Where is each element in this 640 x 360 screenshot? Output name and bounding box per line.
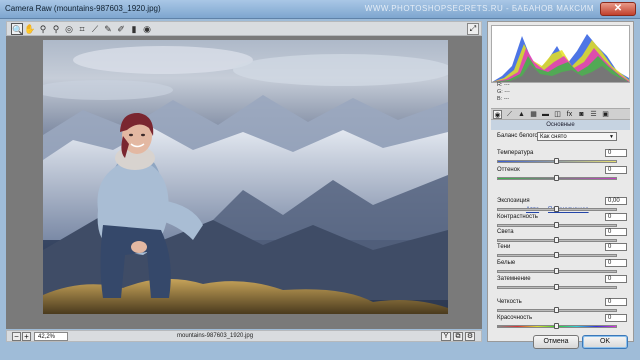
preview-photo	[43, 40, 448, 314]
zoom-level-select[interactable]: 42,2%	[34, 332, 68, 341]
slider-label: Белые	[497, 260, 516, 266]
spot-removal-tool-icon[interactable]: ✎	[102, 23, 114, 35]
slider-label: Температура	[497, 150, 534, 156]
slider-row: Затемнение 0	[497, 275, 627, 291]
preview-canvas[interactable]	[6, 36, 482, 329]
photo-illustration	[43, 46, 448, 314]
slider-value-field[interactable]: 0	[605, 314, 627, 322]
tab-lens[interactable]: ◫	[553, 110, 562, 119]
slider-label: Контрастность	[497, 214, 538, 220]
g-readout: G: ---	[497, 89, 510, 95]
white-balance-tool-icon[interactable]: ⚲	[37, 23, 49, 35]
histogram	[491, 25, 630, 83]
filter-icon[interactable]: Y	[441, 332, 451, 341]
adjustment-brush-icon[interactable]: ✐	[115, 23, 127, 35]
zoom-tool-icon[interactable]: 🔍	[11, 23, 23, 35]
slider-label: Тени	[497, 244, 511, 250]
file-name: mountains-987603_1920.jpg	[177, 333, 254, 339]
tab-detail[interactable]: ▲	[517, 110, 526, 119]
ok-button[interactable]: OK	[582, 335, 628, 349]
slider-value-field[interactable]: 0	[605, 259, 627, 267]
targeted-adjustment-tool-icon[interactable]: ◎	[63, 23, 75, 35]
slider-label: Экспозиция	[497, 198, 530, 204]
slider-row: Света 0	[497, 228, 627, 244]
slider-row: Белые 0	[497, 259, 627, 275]
crop-tool-icon[interactable]: ⌗	[76, 23, 88, 35]
chevron-down-icon: ▼	[609, 134, 614, 140]
slider-row: Температура 0	[497, 149, 627, 165]
cancel-button[interactable]: Отмена	[533, 335, 579, 349]
slider-label: Света	[497, 229, 514, 235]
tab-snapshots[interactable]: ▣	[601, 110, 610, 119]
hand-tool-icon[interactable]: ✋	[24, 23, 36, 35]
status-bar: − + 42,2% mountains-987603_1920.jpg Y ⧉ …	[6, 330, 482, 342]
slider-value-field[interactable]: 0	[605, 228, 627, 236]
slider-thumb[interactable]	[554, 268, 559, 274]
b-readout: B: ---	[497, 96, 510, 102]
slider-thumb[interactable]	[554, 252, 559, 258]
tool-bar: ⤢ 🔍 ✋ ⚲ ⚲ ◎ ⌗ ⟋ ✎ ✐ ▮ ◉	[6, 21, 482, 36]
fullscreen-toggle-icon[interactable]: ⤢	[467, 23, 479, 35]
straighten-tool-icon[interactable]: ⟋	[89, 23, 101, 35]
slider-thumb[interactable]	[554, 323, 559, 329]
histogram-graph	[492, 34, 629, 82]
redeye-tool-icon[interactable]: ◉	[141, 23, 153, 35]
slider-value-field[interactable]: 0	[605, 149, 627, 157]
slider-thumb[interactable]	[554, 206, 559, 212]
title-bar: Camera Raw (mountains-987603_1920.jpg) W…	[0, 0, 640, 19]
rgb-readout: R: --- G: --- B: ---	[497, 82, 510, 103]
slider-label: Затемнение	[497, 276, 531, 282]
slider-thumb[interactable]	[554, 158, 559, 164]
white-balance-select[interactable]: Как снято ▼	[537, 132, 617, 141]
slider-row: Тени 0	[497, 243, 627, 259]
slider-label: Красочность	[497, 315, 533, 321]
slider-thumb[interactable]	[554, 307, 559, 313]
slider-row: Красочность 0	[497, 314, 627, 330]
slider-thumb[interactable]	[554, 237, 559, 243]
window-title: Camera Raw (mountains-987603_1920.jpg)	[5, 4, 161, 13]
slider-row: Экспозиция 0,00	[497, 197, 627, 213]
zoom-in-button[interactable]: +	[22, 332, 31, 341]
slider-thumb[interactable]	[554, 284, 559, 290]
slider-value-field[interactable]: 0	[605, 275, 627, 283]
tab-basic[interactable]: ◉	[493, 110, 502, 119]
white-balance-value: Как снято	[540, 134, 567, 140]
tab-hsl[interactable]: ▦	[529, 110, 538, 119]
slider-value-field[interactable]: 0,00	[605, 197, 627, 205]
camera-raw-window: ⤢ 🔍 ✋ ⚲ ⚲ ◎ ⌗ ⟋ ✎ ✐ ▮ ◉ − + 42,2% mounta…	[0, 19, 640, 360]
close-button[interactable]: ✕	[600, 2, 636, 16]
slider-value-field[interactable]: 0	[605, 298, 627, 306]
zoom-out-button[interactable]: −	[12, 332, 21, 341]
panel-tabs: ◉ ⟋ ▲ ▦ ▬ ◫ fx ◙ ☰ ▣	[491, 108, 630, 120]
slider-thumb[interactable]	[554, 175, 559, 181]
compare-icon[interactable]: ⧉	[453, 332, 463, 341]
tab-camera-calibration[interactable]: ◙	[577, 110, 586, 119]
slider-row: Оттенок 0	[497, 166, 627, 182]
slider-value-field[interactable]: 0	[605, 166, 627, 174]
white-balance-label: Баланс белого:	[497, 133, 540, 139]
slider-value-field[interactable]: 0	[605, 213, 627, 221]
settings-icon[interactable]: ⚙	[465, 332, 475, 341]
slider-label: Четкость	[497, 299, 522, 305]
slider-row: Четкость 0	[497, 298, 627, 314]
tab-presets[interactable]: ☰	[589, 110, 598, 119]
section-title: Основные	[491, 120, 630, 130]
watermark-text: WWW.PHOTOSHOPSECRETS.RU - БАБАНОВ МАКСИМ	[364, 4, 594, 13]
slider-label: Оттенок	[497, 167, 520, 173]
tab-split-toning[interactable]: ▬	[541, 110, 550, 119]
color-sampler-tool-icon[interactable]: ⚲	[50, 23, 62, 35]
slider-thumb[interactable]	[554, 222, 559, 228]
adjustments-panel: R: --- G: --- B: --- ◉ ⟋ ▲ ▦ ▬ ◫ fx ◙ ☰ …	[487, 21, 634, 342]
tab-effects[interactable]: fx	[565, 110, 574, 119]
tab-tone-curve[interactable]: ⟋	[505, 110, 514, 119]
slider-row: Контрастность 0	[497, 213, 627, 229]
graduated-filter-icon[interactable]: ▮	[128, 23, 140, 35]
slider-value-field[interactable]: 0	[605, 243, 627, 251]
r-readout: R: ---	[497, 82, 510, 88]
